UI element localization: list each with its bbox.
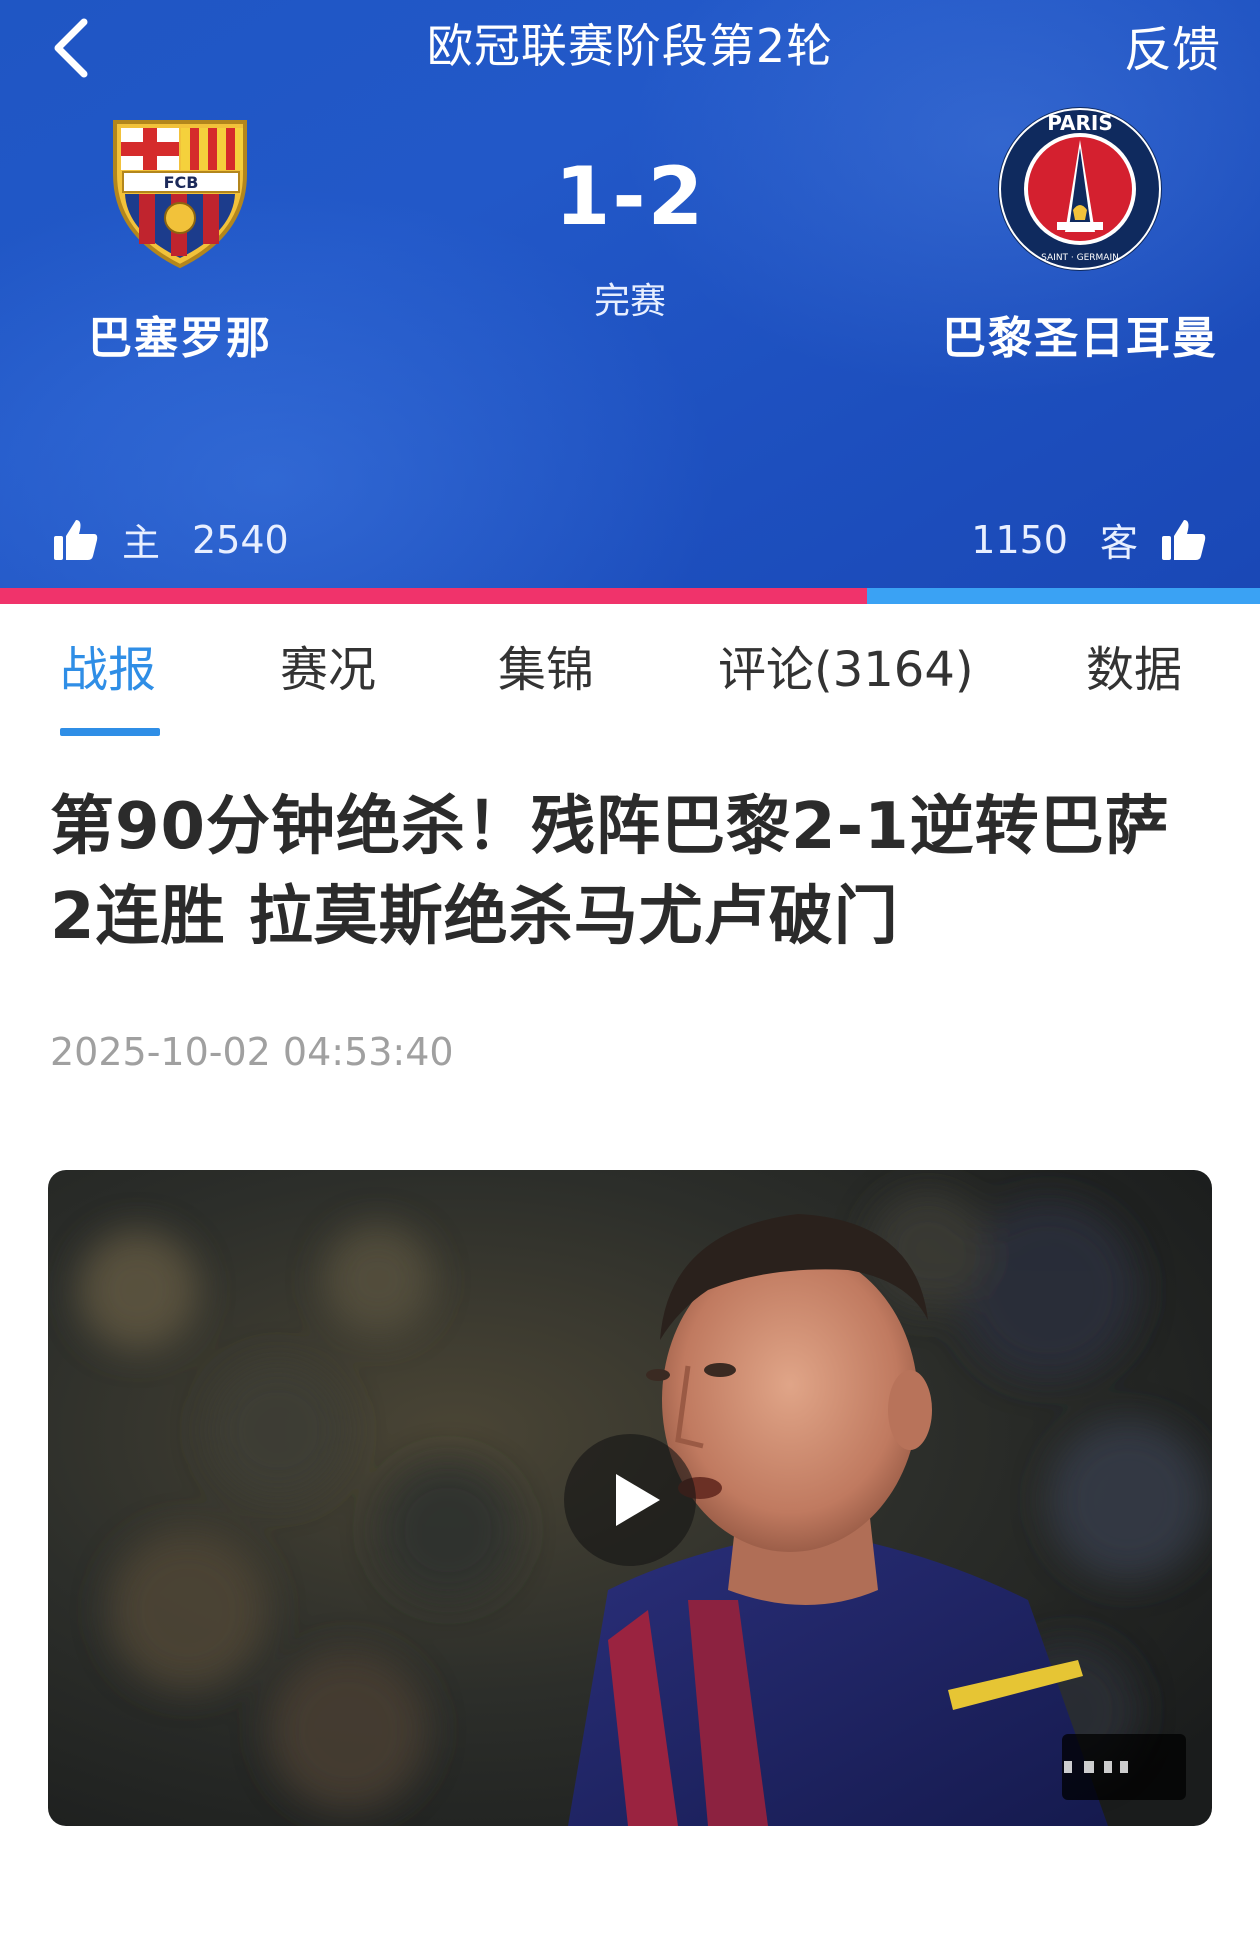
home-vote-count: 2540 — [192, 517, 289, 562]
tab-comments[interactable]: 评论(3164) — [718, 630, 974, 700]
active-tab-indicator — [60, 728, 160, 736]
home-vote-label: 主 — [122, 521, 161, 565]
away-vote-count: 1150 — [971, 517, 1068, 562]
svg-text:SAINT · GERMAIN: SAINT · GERMAIN — [1041, 253, 1119, 263]
away-support-bar — [867, 588, 1260, 604]
match-header: 欧冠联赛阶段第2轮 反馈 FCB 巴塞罗那 1-2 完赛 PARIS SAINT… — [0, 0, 1260, 588]
publish-time: 2025-10-02 04:53:40 — [50, 1030, 454, 1074]
away-like-button[interactable]: 1150 客 — [971, 512, 1208, 567]
home-like-button[interactable]: 主 2540 — [52, 512, 289, 567]
psg-crest-icon: PARIS SAINT · GERMAIN — [998, 107, 1162, 271]
tab-stats[interactable]: 数据 — [1086, 630, 1182, 700]
away-vote-label: 客 — [1099, 521, 1138, 565]
page-title: 欧冠联赛阶段第2轮 — [426, 19, 834, 73]
play-icon — [616, 1474, 660, 1526]
away-team[interactable]: PARIS SAINT · GERMAIN 巴黎圣日耳曼 — [930, 104, 1230, 366]
play-button[interactable] — [564, 1434, 696, 1566]
tab-highlights[interactable]: 集锦 — [498, 630, 594, 700]
home-support-bar — [0, 588, 867, 604]
thumbs-up-icon — [1162, 519, 1206, 560]
support-ratio-bar — [0, 588, 1260, 604]
thumbs-up-icon — [54, 519, 98, 560]
tab-live[interactable]: 赛况 — [280, 630, 376, 700]
headline-line: 2连胜 拉莫斯绝杀马尤卢破门 — [50, 880, 899, 954]
video-player[interactable] — [48, 1170, 1212, 1826]
feedback-button[interactable]: 反馈 — [1124, 10, 1220, 80]
video-duration-badge — [1062, 1734, 1186, 1800]
article-headline: 第90分钟绝杀！残阵巴黎2-1逆转巴萨 2连胜 拉莫斯绝杀马尤卢破门 — [50, 782, 1220, 962]
headline-line: 第90分钟绝杀！残阵巴黎2-1逆转巴萨 — [50, 790, 1170, 864]
tab-bar: 战报 赛况 集锦 评论(3164) 数据 — [0, 604, 1260, 736]
svg-text:PARIS: PARIS — [1047, 111, 1113, 135]
tab-report[interactable]: 战报 — [60, 630, 156, 700]
duration-redacted-icon — [1064, 1761, 1128, 1773]
away-team-name: 巴黎圣日耳曼 — [942, 313, 1218, 364]
